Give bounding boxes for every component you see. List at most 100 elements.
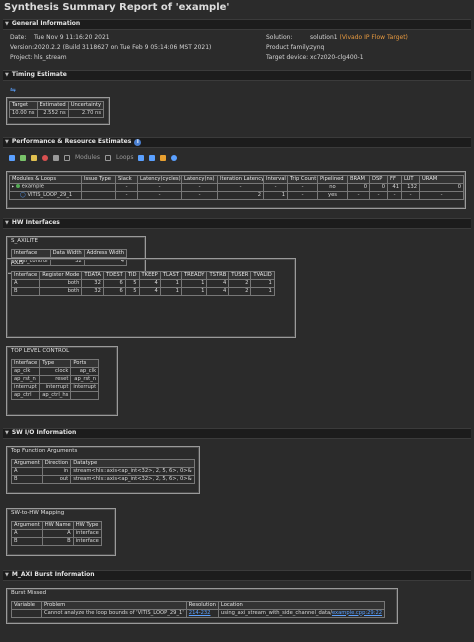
modules-checkbox[interactable] [64,155,70,162]
table-cell: - [115,183,138,192]
table-cell [70,391,100,400]
table-cell: 10.00 ns [9,109,38,118]
table-cell: B [11,537,43,546]
help-icon[interactable] [171,155,178,162]
table-cell: in [41,467,72,476]
column-header: Iteration Latency [217,175,264,184]
table-cell: 6 [102,279,126,288]
table-cell: using_axi_stream_with_side_channel_data/… [217,609,386,618]
date-row: Date: Tue Nov 9 11:16:20 2021 [10,34,110,41]
collapse-triangle-icon[interactable]: ▼ [5,72,9,79]
table-row: interrupt interrupt interrupt [10,383,100,392]
perf-panel: Modules & Loops Issue Type Slack Latency(cy… [6,171,466,209]
table-cell: A [11,529,43,538]
table-cell: 0 [419,183,464,192]
table-cell: - [217,183,264,192]
collapse-triangle-icon[interactable]: ▼ [5,220,9,227]
info-icon[interactable]: i [134,139,142,146]
column-header: FF [387,175,402,184]
table-cell: stream<hls::axis<ap_int<32>, 2, 5, 6>, 0… [70,475,195,484]
column-header: Ports [70,359,100,368]
filter-icon[interactable] [53,155,59,162]
table-cell: 6 [102,287,126,296]
table-row[interactable]: ▸ example - - - - - - no 0 0 41 132 0 [9,183,464,192]
table-cell: interface [72,529,102,538]
table-cell: 5 [124,287,140,296]
collapse-triangle-icon[interactable]: ▼ [5,21,9,28]
column-header: TKEEP [138,271,161,280]
column-header: Datatype [70,459,195,468]
table-cell: - [137,183,182,192]
module-icon [15,184,20,189]
family-row: Product family: zynq [266,44,325,51]
collapse-triangle-icon[interactable]: ▼ [5,430,9,437]
column-header: Data Width [49,249,85,258]
table-cell: 132 [401,183,420,192]
axis-table: Interface Register Mode TDATA TDEST TID TKEEP… [10,271,275,296]
perf-table: Modules & Loops Issue Type Slack Latency(cy… [9,175,464,200]
table-cell: ▸ example [9,183,82,192]
table-row[interactable]: ◯ VITIS_LOOP_29_1- - -2 1- yes - - - - - [9,191,464,200]
column-header: TREADY [180,271,208,280]
table-row: ap_rst_n reset ap_rst_n [10,375,100,384]
table-cell [81,191,116,200]
column-header: TLAST [159,271,182,280]
toplevel-panel: TOP LEVEL CONTROL Interface Type Ports ap_… [6,346,118,416]
expand-all-icon[interactable] [9,155,15,162]
column-header: Interface [11,249,51,258]
column-header: TSTRB [206,271,230,280]
loops-checkbox[interactable] [104,155,111,162]
column-header: HW Type [72,521,102,530]
table-cell: 2.70 ns [67,109,105,118]
table-cell: interrupt [70,383,100,392]
sw2hw-panel: SW-to-HW Mapping Argument HW Name HW Type … [6,508,116,556]
resolution-link[interactable]: 214-232 [189,611,211,616]
maxi-section-header[interactable]: ▼ M_AXI Burst Information [3,570,471,581]
export-icon[interactable] [149,155,156,162]
column-header: LUT [401,175,420,184]
table-cell: - [287,183,318,192]
perf-section-header[interactable]: ▼ Performance & Resource Estimates i [3,137,471,148]
swio-section-header[interactable]: ▼ SW I/O Information [3,428,471,439]
table-cell: 4 [138,287,161,296]
table-cell: 1 [159,287,182,296]
table-cell: - [387,191,402,200]
column-header: TVALID [250,271,275,280]
table-cell: 41 [387,183,402,192]
warning-icon[interactable] [31,155,37,162]
column-header: Argument [11,459,43,468]
collapse-triangle-icon[interactable]: ▼ [5,572,9,579]
table-cell: yes [317,191,348,200]
table-row: ap_clk clock ap_clk [10,367,100,376]
timing-section-header[interactable]: ▼ Timing Estimate [3,70,471,81]
copy-icon[interactable] [138,155,145,162]
sw2hw-table: Argument HW Name HW Type A Ainterface B Bint… [11,521,102,546]
column-header: Latency(cycles) [137,175,182,184]
hw-section-header[interactable]: ▼ HW Interfaces [3,218,471,229]
tree-icon[interactable] [160,155,167,162]
general-section-header[interactable]: ▼ General Information [3,19,471,30]
table-row: ap_ctrl ap_ctrl_hs [10,391,100,400]
column-header: Uncertainty [67,101,105,110]
grid-icon[interactable] [20,155,26,162]
collapse-triangle-icon[interactable]: ▼ [5,139,9,146]
table-cell: 1 [250,287,275,296]
column-header: Interface [10,359,41,368]
column-header: Target [9,101,38,110]
column-header: TUSER [228,271,252,280]
table-cell: B [10,287,41,296]
column-header: DSP [369,175,388,184]
column-header: Argument [11,521,43,530]
timing-detail-icon[interactable]: ⇋ [10,86,16,94]
location-link[interactable]: example.cpp:29:22 [332,611,382,616]
table-cell: 214-232 [185,609,219,618]
toplevel-table: Interface Type Ports ap_clk clock ap_clk ap_… [10,359,100,400]
table-cell: B [41,537,74,546]
topfunc-panel: Top Function Arguments Argument Direction… [6,446,200,494]
column-header: Address Width [83,249,128,258]
table-cell: reset [39,375,72,384]
error-icon[interactable] [42,155,48,162]
table-cell: - [347,191,370,200]
report-title: Synthesis Summary Report of 'example' [4,2,230,13]
table-cell: - [137,191,182,200]
